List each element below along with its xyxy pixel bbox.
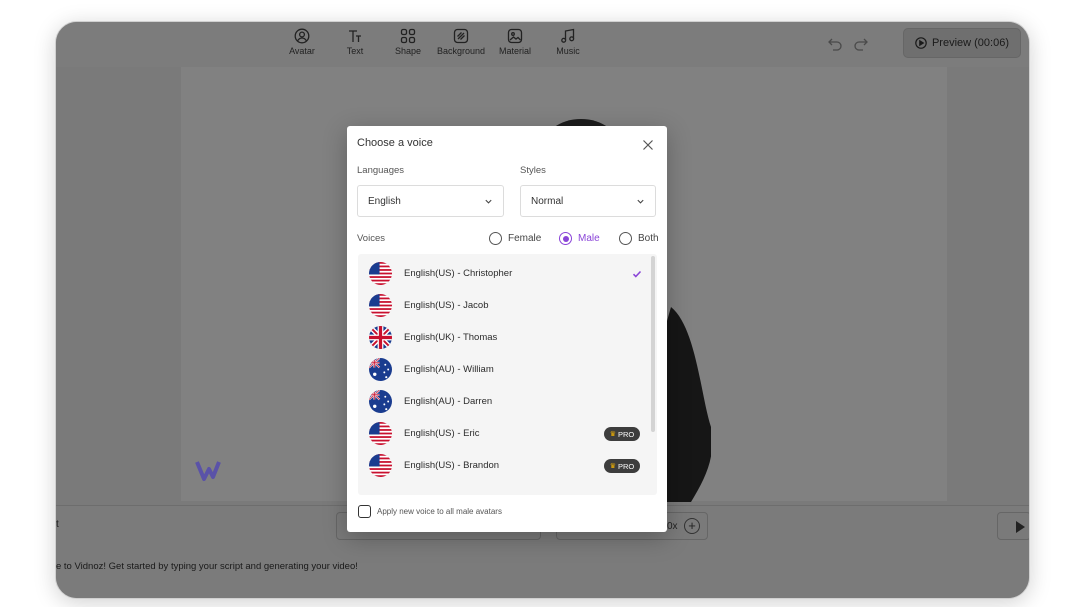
tool-text[interactable]: Text <box>328 27 382 56</box>
material-icon <box>507 28 523 44</box>
checkmark-icon <box>632 270 642 278</box>
us-flag-icon <box>369 262 392 285</box>
apply-label: Apply new voice to all male avatars <box>377 507 502 516</box>
preview-label: Preview (00:06) <box>931 37 1010 49</box>
vidnoz-logo-icon <box>195 461 221 481</box>
voice-name: English(US) - Jacob <box>404 300 489 311</box>
language-select[interactable]: English <box>357 185 504 217</box>
voice-item[interactable]: English(AU) - William <box>358 354 648 386</box>
preview-button[interactable]: Preview (00:06) <box>903 28 1021 58</box>
text-icon <box>349 30 361 42</box>
tool-label: Shape <box>394 46 422 56</box>
tool-music[interactable]: Music <box>541 27 595 56</box>
style-select[interactable]: Normal <box>520 185 656 217</box>
undo-icon[interactable] <box>827 35 843 51</box>
top-toolbar: Avatar Text Shape Background Material Mu… <box>56 22 1029 67</box>
play-button[interactable] <box>997 512 1029 540</box>
tool-label: Text <box>346 46 364 56</box>
voice-list[interactable]: English(US) - Christopher English(US) - J… <box>358 254 657 495</box>
bottom-left-label: t <box>56 519 59 530</box>
radio-label: Female <box>508 233 542 244</box>
voice-item[interactable]: English(US) - Eric ♛ PRO <box>358 418 648 450</box>
voice-item[interactable]: English(UK) - Thomas <box>358 322 648 354</box>
tool-label: Avatar <box>289 46 315 56</box>
radio-label: Male <box>578 233 600 244</box>
uk-flag-icon <box>369 326 392 349</box>
style-value: Normal <box>531 196 564 207</box>
pro-label: PRO <box>618 429 635 439</box>
background-icon <box>453 28 469 44</box>
au-flag-icon <box>369 358 392 381</box>
tool-avatar[interactable]: Avatar <box>275 27 329 56</box>
music-icon <box>561 28 575 43</box>
voice-name: English(US) - Eric <box>404 428 480 439</box>
play-icon <box>1016 521 1025 533</box>
au-flag-icon <box>369 390 392 413</box>
script-text: e to Vidnoz! Get started by typing your … <box>56 561 358 572</box>
gender-male-radio[interactable]: Male <box>559 232 600 245</box>
choose-voice-dialog: Choose a voice Languages Styles English … <box>347 126 667 532</box>
tool-material[interactable]: Material <box>488 27 542 56</box>
us-flag-icon <box>369 294 392 317</box>
radio-dot <box>619 232 632 245</box>
gender-both-radio[interactable]: Both <box>619 232 659 245</box>
crown-icon: ♛ <box>609 431 616 438</box>
apply-all-checkbox[interactable]: Apply new voice to all male avatars <box>358 505 502 518</box>
styles-label: Styles <box>520 165 546 176</box>
voices-label: Voices <box>357 233 385 244</box>
dialog-title: Choose a voice <box>357 137 433 149</box>
radio-dot <box>559 232 572 245</box>
play-circle-icon <box>915 37 927 49</box>
tool-background[interactable]: Background <box>434 27 488 56</box>
speed-value: 0x <box>667 521 678 532</box>
language-value: English <box>368 196 401 207</box>
tool-label: Material <box>498 46 531 56</box>
redo-icon[interactable] <box>853 35 869 51</box>
tool-label: Background <box>436 46 486 56</box>
pro-badge: ♛ PRO <box>604 427 640 441</box>
crown-icon: ♛ <box>609 463 616 470</box>
chevron-down-icon <box>485 199 492 204</box>
voice-item[interactable]: English(US) - Jacob <box>358 290 648 322</box>
radio-dot <box>489 232 502 245</box>
tool-label: Music <box>556 46 580 56</box>
tool-shape[interactable]: Shape <box>381 27 435 56</box>
voice-name: English(UK) - Thomas <box>404 332 498 343</box>
avatar-icon <box>294 28 310 44</box>
shape-icon <box>400 28 416 44</box>
voice-name: English(AU) - Darren <box>404 396 493 407</box>
voice-item[interactable]: English(AU) - Darren <box>358 386 648 418</box>
us-flag-icon <box>369 422 392 445</box>
voice-name: English(US) - Christopher <box>404 268 513 279</box>
plus-icon[interactable]: + <box>684 518 700 534</box>
chevron-down-icon <box>637 199 644 204</box>
radio-label: Both <box>638 233 659 244</box>
voice-name: English(AU) - William <box>404 364 494 375</box>
script-area[interactable]: e to Vidnoz! Get started by typing your … <box>56 545 1029 598</box>
pro-label: PRO <box>618 461 635 471</box>
voice-item[interactable]: English(US) - Christopher <box>358 258 648 290</box>
scrollbar[interactable] <box>651 256 655 432</box>
voice-item[interactable]: English(US) - Brandon ♛ PRO <box>358 450 648 482</box>
checkbox-box <box>358 505 371 518</box>
us-flag-icon <box>369 454 392 477</box>
gender-female-radio[interactable]: Female <box>489 232 541 245</box>
close-icon[interactable] <box>641 138 655 152</box>
languages-label: Languages <box>357 165 405 176</box>
pro-badge: ♛ PRO <box>604 459 640 473</box>
voice-name: English(US) - Brandon <box>404 460 500 471</box>
